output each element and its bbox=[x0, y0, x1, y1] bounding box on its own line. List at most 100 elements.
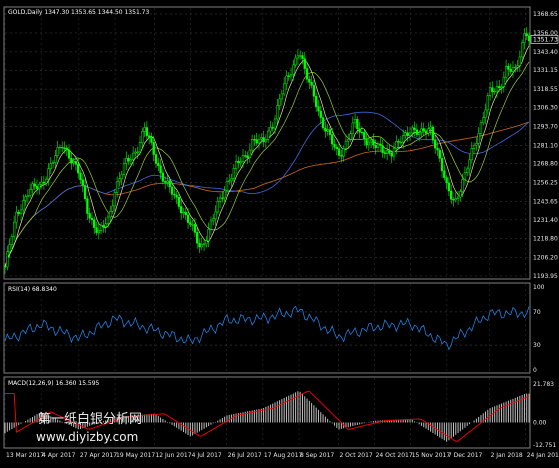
x-tick-label: 13 Mar 2017 bbox=[6, 452, 44, 459]
candle-body bbox=[447, 182, 451, 192]
candle-body bbox=[511, 67, 515, 72]
candle-body bbox=[90, 218, 94, 220]
price-y-tick-label: 1343.40 bbox=[533, 49, 558, 56]
candle-body bbox=[83, 185, 87, 200]
rsi-line bbox=[4, 305, 530, 351]
candle-body bbox=[250, 139, 254, 151]
candle-body bbox=[67, 149, 71, 159]
candle-body bbox=[93, 219, 96, 228]
candle-body bbox=[418, 132, 421, 135]
candle-body bbox=[237, 160, 240, 164]
candle-body bbox=[356, 119, 359, 130]
candle-body bbox=[507, 66, 510, 70]
candle-body bbox=[294, 57, 297, 66]
candle-body bbox=[328, 129, 332, 135]
candle-body bbox=[388, 150, 391, 154]
candle-body bbox=[324, 127, 327, 132]
candle-body bbox=[40, 181, 43, 185]
candle-body bbox=[136, 151, 139, 153]
candle-body bbox=[367, 141, 370, 146]
candle-body bbox=[450, 190, 453, 200]
candle-body bbox=[118, 178, 121, 183]
rsi-panel-title: RSI(14) 68.8340 bbox=[8, 286, 57, 293]
candle-body bbox=[340, 155, 343, 157]
candle-body bbox=[255, 139, 258, 144]
x-tick-label: 7 Dec 2017 bbox=[448, 452, 483, 459]
candle-body bbox=[344, 140, 348, 149]
candle-body bbox=[504, 66, 508, 78]
candle-body bbox=[372, 139, 375, 146]
price-y-tick-label: 1193.95 bbox=[533, 273, 558, 280]
candle-body bbox=[299, 55, 302, 57]
candle-body bbox=[411, 127, 414, 134]
candle-body bbox=[333, 143, 336, 148]
candle-body bbox=[420, 128, 423, 133]
candle-body bbox=[173, 194, 176, 196]
candle-body bbox=[65, 147, 68, 151]
x-tick-label: 12 Jun 2017 bbox=[155, 452, 191, 459]
candle-body bbox=[360, 131, 364, 134]
candle-body bbox=[221, 197, 224, 199]
candle-body bbox=[115, 181, 119, 193]
candle-body bbox=[120, 174, 123, 179]
candle-body bbox=[184, 211, 187, 216]
price-y-tick-label: 1206.20 bbox=[533, 255, 558, 262]
candle-body bbox=[246, 155, 249, 158]
candle-body bbox=[498, 86, 501, 89]
candle-body bbox=[159, 165, 162, 174]
candle-body bbox=[198, 242, 201, 248]
price-y-tick-label: 1243.65 bbox=[533, 198, 558, 205]
candle-body bbox=[413, 127, 416, 131]
rsi-y-tick-label: 100 bbox=[533, 284, 545, 291]
candle-body bbox=[106, 216, 110, 225]
candle-body bbox=[196, 232, 199, 244]
price-y-tick-label: 1218.80 bbox=[533, 236, 558, 243]
candle-body bbox=[285, 75, 288, 85]
candle-body bbox=[157, 162, 160, 167]
candle-body bbox=[276, 105, 279, 120]
candle-body bbox=[81, 179, 84, 186]
candle-body bbox=[257, 138, 261, 144]
candle-body bbox=[248, 149, 251, 158]
candle-body bbox=[376, 143, 380, 149]
candle-body bbox=[175, 194, 178, 198]
candle-body bbox=[102, 225, 105, 228]
candle-body bbox=[445, 177, 448, 184]
rsi-y-tick-label: 70 bbox=[533, 309, 541, 316]
candle-body bbox=[305, 68, 309, 80]
candle-body bbox=[424, 130, 428, 134]
candle-body bbox=[61, 146, 64, 149]
candle-body bbox=[365, 138, 368, 146]
candle-body bbox=[404, 132, 407, 136]
candle-body bbox=[280, 93, 284, 100]
candle-body bbox=[349, 133, 352, 140]
candle-body bbox=[443, 170, 446, 178]
price-y-tick-label: 1368.65 bbox=[533, 11, 558, 18]
candle-body bbox=[379, 143, 382, 146]
candle-body bbox=[315, 96, 318, 107]
candle-body bbox=[225, 181, 229, 191]
candle-body bbox=[395, 141, 398, 149]
macd-y-tick-label: -12.751 bbox=[533, 442, 556, 449]
candle-body bbox=[99, 225, 103, 231]
candle-body bbox=[104, 223, 107, 228]
candle-body bbox=[452, 199, 455, 201]
candle-body bbox=[138, 142, 142, 153]
price-y-tick-label: 1231.40 bbox=[533, 217, 558, 224]
candle-body bbox=[230, 178, 233, 182]
macd-panel-title: MACD(12,26,9) 16.360 15.595 bbox=[8, 380, 100, 387]
candle-body bbox=[129, 159, 133, 162]
candle-body bbox=[42, 181, 46, 184]
rsi-y-axis: 100 70 30 0 bbox=[533, 284, 545, 374]
x-tick-label: 2 Oct 2017 bbox=[339, 452, 372, 459]
candle-body bbox=[26, 195, 30, 197]
candle-body bbox=[49, 163, 52, 169]
candle-body bbox=[241, 155, 245, 162]
candle-body bbox=[273, 118, 277, 129]
candle-body bbox=[422, 128, 425, 132]
candle-body bbox=[218, 197, 222, 202]
candle-body bbox=[145, 127, 149, 136]
candle-body bbox=[459, 191, 462, 198]
candle-body bbox=[502, 76, 505, 88]
candle-body bbox=[202, 243, 206, 245]
